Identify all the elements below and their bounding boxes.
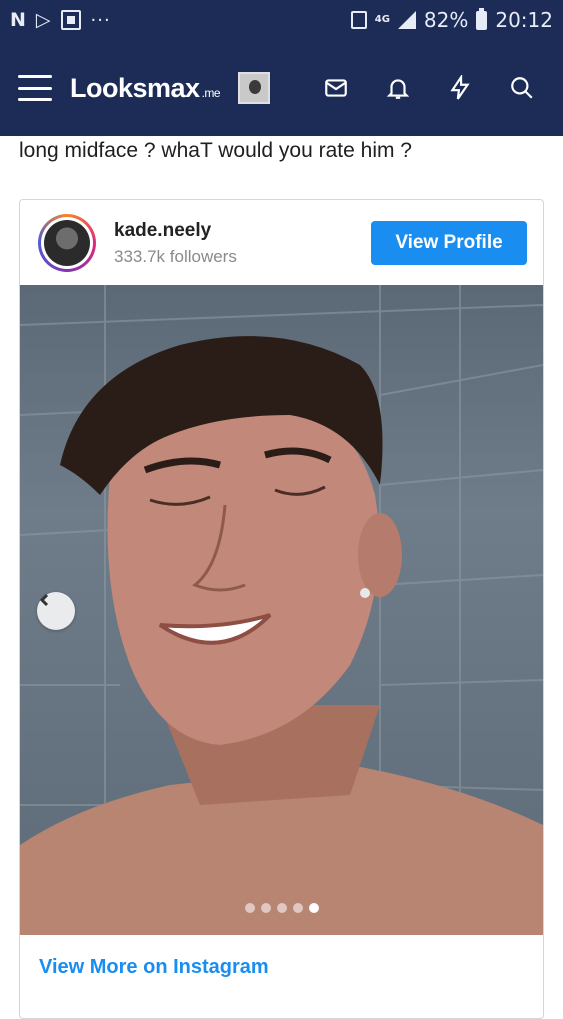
carousel-dot[interactable] [261, 903, 271, 913]
carousel-indicator [245, 903, 319, 913]
avatar[interactable] [238, 72, 271, 104]
netflix-notification-icon: N [10, 8, 26, 31]
menu-icon[interactable] [18, 75, 52, 101]
status-bar: N ▷ ··· 4G 82% 20:12 [0, 0, 563, 40]
flipboard-icon [60, 10, 81, 30]
search-icon[interactable] [507, 73, 537, 103]
play-store-icon: ▷ [35, 8, 51, 31]
carousel-dot[interactable] [245, 903, 255, 913]
inbox-icon[interactable] [321, 73, 351, 103]
app-header: Looksmax .me [0, 40, 563, 136]
post-body-text: long midface ? whaT would you rate him ? [19, 139, 412, 162]
logo-suffix: .me [201, 85, 221, 100]
carousel-dot[interactable] [277, 903, 287, 913]
logo-text: Looksmax [70, 72, 200, 103]
embed-followers: 333.7k followers [114, 246, 237, 266]
carousel-dot[interactable] [309, 903, 319, 913]
overflow-dots-icon: ··· [90, 9, 111, 31]
view-more-link[interactable]: View More on Instagram [39, 956, 269, 979]
clock: 20:12 [495, 8, 553, 32]
view-profile-button[interactable]: View Profile [371, 221, 527, 265]
bolt-icon[interactable] [445, 73, 475, 103]
instagram-embed: kade.neely 333.7k followers View Profile [19, 199, 544, 1019]
photo-illustration [20, 285, 543, 935]
battery-icon [476, 7, 488, 30]
chevron-left-icon [39, 593, 49, 607]
embed-username[interactable]: kade.neely [114, 220, 237, 242]
battery-percent: 82% [423, 8, 469, 32]
carousel-prev-button[interactable] [37, 592, 75, 630]
signal-icon [397, 11, 416, 29]
network-type: 4G [374, 14, 390, 25]
earring [360, 588, 370, 598]
bell-icon[interactable] [383, 73, 413, 103]
profile-avatar[interactable] [38, 214, 96, 272]
battery-saver-icon [350, 11, 367, 29]
embed-header: kade.neely 333.7k followers View Profile [20, 200, 543, 286]
carousel-dot[interactable] [293, 903, 303, 913]
embed-photo[interactable] [20, 285, 543, 935]
site-logo[interactable]: Looksmax .me [70, 72, 221, 104]
